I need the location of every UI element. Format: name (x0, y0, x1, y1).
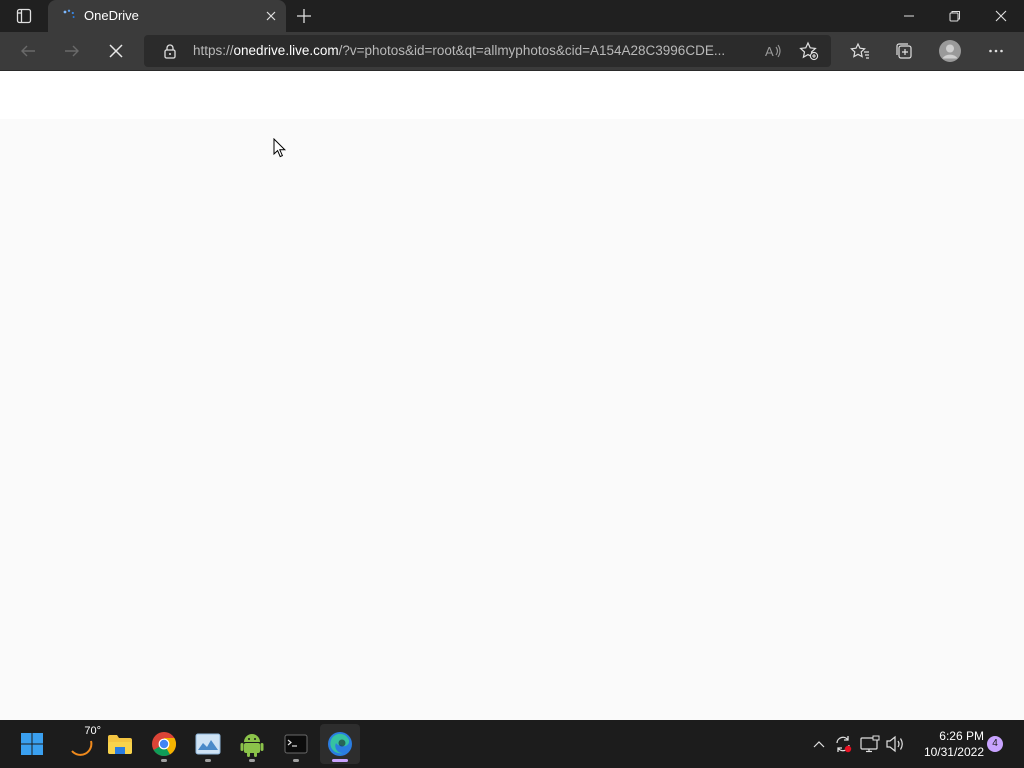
favorites-button[interactable] (844, 36, 876, 66)
android-studio-button[interactable] (232, 724, 272, 764)
url-path: /?v=photos&id=root&qt=allmyphotos&cid=A1… (338, 43, 726, 58)
back-arrow-icon (21, 45, 35, 57)
start-button[interactable] (12, 724, 52, 764)
url-host: onedrive.live.com (233, 43, 339, 58)
running-indicator (293, 759, 299, 762)
clock[interactable]: 6:26 PM 10/31/2022 (910, 728, 984, 760)
more-options-button[interactable] (980, 36, 1012, 66)
back-button[interactable] (12, 36, 44, 66)
svg-text:A: A (765, 44, 774, 59)
forward-arrow-icon (65, 45, 79, 57)
terminal-button[interactable] (276, 724, 316, 764)
notification-badge[interactable]: 4 (987, 736, 1003, 752)
tab-actions-icon[interactable] (10, 6, 38, 26)
collections-icon (896, 43, 912, 59)
address-bar[interactable]: https://onedrive.live.com/?v=photos&id=r… (144, 35, 831, 67)
terminal-icon (284, 734, 308, 754)
read-aloud-icon[interactable]: A (762, 41, 784, 61)
running-indicator (249, 759, 255, 762)
profile-button[interactable] (934, 36, 966, 66)
page-header (0, 71, 1024, 119)
restore-button[interactable] (932, 0, 978, 32)
file-explorer-button[interactable] (100, 724, 140, 764)
tab-onedrive[interactable]: OneDrive (48, 0, 286, 32)
sync-status-icon[interactable] (832, 732, 854, 756)
taskbar: 70° 6:26 PM 10/31/2022 (0, 720, 1024, 768)
close-window-button[interactable] (978, 0, 1024, 32)
clock-time: 6:26 PM (939, 729, 984, 743)
forward-button[interactable] (56, 36, 88, 66)
weather-temperature: 70° (84, 725, 101, 737)
add-favorite-icon[interactable] (798, 41, 820, 61)
android-icon (240, 734, 264, 757)
url-prefix: https:// (193, 43, 234, 58)
minimize-button[interactable] (886, 0, 932, 32)
active-indicator (332, 759, 348, 762)
chrome-icon (152, 732, 177, 757)
clock-date: 10/31/2022 (923, 745, 984, 759)
edge-button[interactable] (320, 724, 360, 764)
plus-icon (297, 9, 311, 23)
new-tab-button[interactable] (292, 5, 316, 27)
network-icon[interactable] (859, 732, 881, 756)
tab-close-icon[interactable] (262, 7, 280, 25)
running-indicator (205, 759, 211, 762)
edge-icon (328, 732, 352, 756)
folder-icon (108, 735, 132, 754)
stop-loading-button[interactable] (100, 36, 132, 66)
running-indicator (161, 759, 167, 762)
volume-icon[interactable] (884, 732, 906, 756)
favorites-icon (850, 42, 869, 59)
browser-titlebar: OneDrive (0, 0, 1024, 32)
minimize-icon (904, 15, 914, 17)
url-text[interactable]: https://onedrive.live.com/?v=photos&id=r… (193, 43, 758, 58)
browser-toolbar: https://onedrive.live.com/?v=photos&id=r… (0, 32, 1024, 71)
more-icon (989, 49, 1003, 53)
profile-icon (939, 40, 961, 62)
stop-loading-icon (109, 44, 123, 58)
tab-title: OneDrive (84, 8, 139, 23)
chrome-button[interactable] (144, 724, 184, 764)
restore-icon (949, 11, 960, 22)
page-content (0, 119, 1024, 720)
close-icon (995, 10, 1007, 22)
image-icon (195, 733, 221, 755)
photo-viewer-button[interactable] (188, 724, 228, 764)
mouse-pointer-icon (273, 137, 287, 158)
windows-logo-icon (21, 733, 43, 755)
show-hidden-icons-button[interactable] (808, 732, 830, 756)
collections-button[interactable] (888, 36, 920, 66)
lock-icon[interactable] (162, 43, 178, 59)
chevron-up-icon (813, 741, 825, 748)
weather-widget[interactable]: 70° (58, 724, 102, 764)
loading-spinner-icon (62, 9, 76, 23)
